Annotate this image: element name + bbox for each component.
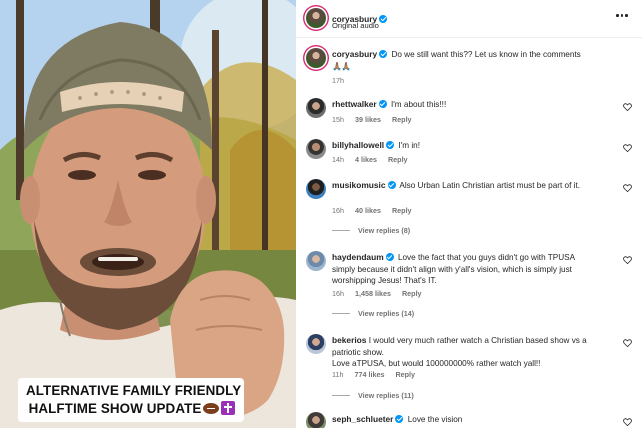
comment-likes[interactable]: 39 likes	[355, 115, 381, 124]
video-caption-overlay: ALTERNATIVE FAMILY FRIENDLY HALFTIME SHO…	[18, 378, 244, 422]
post-header: coryasbury Original audio	[296, 0, 642, 38]
verified-badge-icon	[385, 253, 394, 261]
comment-text: I would very much rather watch a Christi…	[332, 336, 587, 357]
commenter-avatar[interactable]	[306, 179, 326, 199]
verified-badge-icon	[386, 141, 395, 149]
praying-hands-emoji: 🙏🏽🙏🏽	[332, 61, 351, 71]
comment-likes[interactable]: 1,458 likes	[355, 289, 391, 298]
verified-badge-icon	[387, 181, 396, 189]
video-frame	[0, 0, 296, 428]
comments-panel: coryasbury Original audio coryasbury Do …	[296, 0, 642, 428]
verified-badge-icon	[379, 50, 388, 58]
comment-username[interactable]: coryasbury	[332, 49, 377, 59]
caption-line-2: HALFTIME SHOW UPDATE	[28, 401, 202, 416]
comment-username[interactable]: haydendaum	[332, 252, 384, 262]
comment-likes[interactable]: 40 likes	[355, 206, 381, 215]
author-avatar[interactable]	[306, 8, 326, 28]
football-emoji-icon	[203, 403, 220, 414]
heart-icon[interactable]	[623, 256, 632, 264]
comment-time: 14h	[332, 155, 344, 164]
reel-video[interactable]: ALTERNATIVE FAMILY FRIENDLY HALFTIME SHO…	[0, 0, 296, 428]
view-replies-button[interactable]: View replies (11)	[332, 391, 414, 400]
comment-username[interactable]: rhettwalker	[332, 99, 377, 109]
commenter-avatar[interactable]	[306, 98, 326, 118]
audio-label[interactable]: Original audio	[332, 21, 379, 30]
comment-username[interactable]: bekerios	[332, 335, 366, 345]
more-options-icon[interactable]	[616, 14, 628, 18]
comment-text: I'm in!	[398, 141, 420, 150]
commenter-avatar[interactable]	[306, 139, 326, 159]
comment-time: 16h	[332, 206, 344, 215]
comment-text: Do we still want this?? Let us know in t…	[391, 50, 581, 59]
heart-icon[interactable]	[623, 184, 632, 192]
reply-button[interactable]: Reply	[402, 289, 422, 298]
heart-icon[interactable]	[623, 103, 632, 111]
comment-likes[interactable]: 774 likes	[354, 370, 384, 379]
comment-time: 11h	[332, 370, 344, 379]
heart-icon[interactable]	[623, 339, 632, 347]
reply-button[interactable]: Reply	[392, 115, 412, 124]
comment-time: 15h	[332, 115, 344, 124]
reply-button[interactable]: Reply	[395, 370, 415, 379]
commenter-avatar[interactable]	[306, 412, 326, 428]
reply-button[interactable]: Reply	[388, 155, 408, 164]
view-replies-button[interactable]: View replies (8)	[332, 226, 410, 235]
comment-time: 17h	[332, 76, 344, 85]
commenter-avatar[interactable]	[306, 251, 326, 271]
comment-text: Also Urban Latin Christian artist must b…	[399, 181, 581, 190]
verified-badge-icon	[379, 15, 388, 23]
cross-emoji-icon	[221, 401, 236, 415]
reply-button[interactable]: Reply	[392, 206, 412, 215]
comment-text-line-2: Love aTPUSA, but would 100000000% rather…	[332, 359, 541, 368]
verified-badge-icon	[378, 100, 387, 108]
comment-likes[interactable]: 4 likes	[355, 155, 377, 164]
verified-badge-icon	[395, 415, 404, 423]
comment-username[interactable]: billyhallowell	[332, 140, 384, 150]
caption-line-1: ALTERNATIVE FAMILY FRIENDLY	[26, 383, 242, 398]
heart-icon[interactable]	[623, 418, 632, 426]
commenter-avatar[interactable]	[306, 334, 326, 354]
comment-username[interactable]: seph_schlueter	[332, 414, 393, 424]
view-replies-button[interactable]: View replies (14)	[332, 309, 414, 318]
author-avatar[interactable]	[306, 48, 326, 68]
comment-text: I'm about this!!!	[390, 100, 447, 109]
heart-icon[interactable]	[623, 144, 632, 152]
comment-time: 16h	[332, 289, 344, 298]
comment-username[interactable]: musikomusic	[332, 180, 386, 190]
comment-text: Love the vision	[407, 415, 463, 424]
